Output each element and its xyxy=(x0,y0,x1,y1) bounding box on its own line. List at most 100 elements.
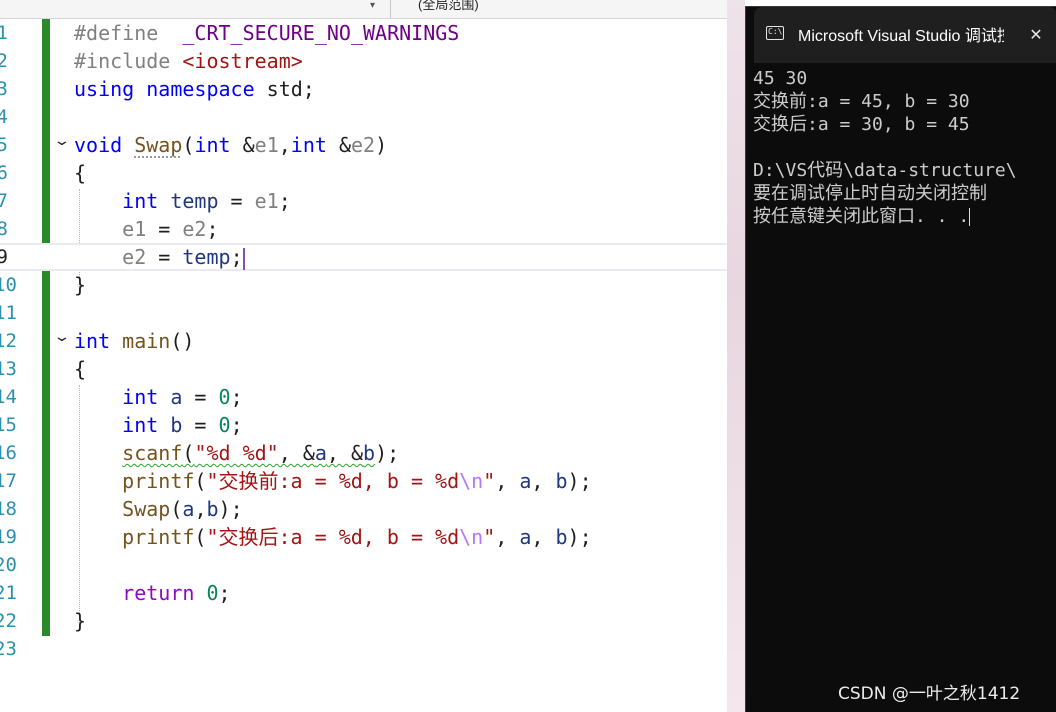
code-line[interactable]: 21 return 0; xyxy=(0,579,745,607)
code-token: ( xyxy=(182,133,195,157)
code-line[interactable]: 23 xyxy=(0,635,745,663)
code-token: std; xyxy=(254,77,315,101)
code-editor[interactable]: ⌄ ⌄ 1 #define _CRT_SECURE_NO_WARNINGS 2 #in… xyxy=(0,19,745,712)
toolbar-divider xyxy=(390,0,391,18)
code-token: temp xyxy=(170,189,219,213)
code-line[interactable]: 9 e2 = temp; xyxy=(0,243,745,271)
code-token: () xyxy=(170,329,195,353)
code-text[interactable]: printf("交换前:a = %d, b = %d\n", a, b); xyxy=(74,467,591,495)
code-text[interactable]: int main() xyxy=(74,327,194,355)
line-number: 21 xyxy=(0,582,17,604)
watermark: CSDN @一叶之秋1412 xyxy=(838,684,1021,704)
code-token: = xyxy=(146,245,183,269)
code-token: , xyxy=(278,133,291,157)
console-line: 交换前:a = 45, b = 30 xyxy=(753,90,1053,113)
code-token: 0 xyxy=(218,413,231,437)
code-line[interactable]: 13 { xyxy=(0,355,745,383)
debug-console-window[interactable]: C:\ Microsoft Visual Studio 调试控制台 ✕ 45 3… xyxy=(745,6,1056,712)
code-text[interactable]: printf("交换后:a = %d, b = %d\n", a, b); xyxy=(74,523,592,551)
line-number: 13 xyxy=(0,358,17,380)
code-token: = xyxy=(146,217,183,241)
code-token: & xyxy=(326,133,352,157)
code-text[interactable]: } xyxy=(74,607,86,635)
code-text[interactable]: #include <iostream> xyxy=(74,47,303,75)
code-text[interactable]: e2 = temp; xyxy=(74,245,245,270)
code-text[interactable]: { xyxy=(74,159,86,187)
code-line[interactable]: 14 int a = 0; xyxy=(0,383,745,411)
code-token: } xyxy=(74,273,87,297)
code-text[interactable]: } xyxy=(74,271,86,299)
console-title: Microsoft Visual Studio 调试控制台 xyxy=(798,28,1004,45)
code-line[interactable]: 3 using namespace std; xyxy=(0,75,745,103)
code-token: , & xyxy=(326,441,364,465)
line-number: 11 xyxy=(0,302,17,324)
code-line[interactable]: 1 #define _CRT_SECURE_NO_WARNINGS xyxy=(0,19,745,47)
code-token: ); xyxy=(218,497,243,521)
code-line[interactable]: 5 void Swap(int &e1,int &e2) xyxy=(0,131,745,159)
code-token: & xyxy=(230,133,255,157)
code-text[interactable]: using namespace std; xyxy=(74,75,315,103)
console-line: 45 30 xyxy=(753,67,1053,90)
console-output[interactable]: 45 30 交换前:a = 45, b = 30 交换后:a = 30, b = 4… xyxy=(753,67,1053,228)
code-token: ( xyxy=(194,525,207,549)
code-token: "交换后:a = %d, b = %d xyxy=(206,525,460,549)
code-token: e1 xyxy=(122,217,147,241)
code-token: { xyxy=(74,161,87,185)
code-text[interactable]: scanf("%d %d", &a, &b); xyxy=(74,439,399,467)
code-line[interactable]: 7 int temp = e1; xyxy=(0,187,745,215)
code-line[interactable]: 2 #include <iostream> xyxy=(0,47,745,75)
code-text[interactable]: void Swap(int &e1,int &e2) xyxy=(74,131,387,159)
console-cursor xyxy=(969,208,971,226)
chevron-down-icon[interactable]: ▾ xyxy=(370,0,380,18)
line-number: 19 xyxy=(0,526,17,548)
console-tab[interactable]: C:\ Microsoft Visual Studio 调试控制台 ✕ xyxy=(754,7,1056,63)
code-token: return xyxy=(122,581,195,605)
code-token: , xyxy=(531,469,556,493)
code-token: using xyxy=(74,77,135,101)
code-line[interactable]: 22} xyxy=(0,607,745,635)
scope-dropdown[interactable]: (全局范围) xyxy=(418,0,479,14)
code-text[interactable]: int b = 0; xyxy=(74,411,243,439)
code-line[interactable]: 20 xyxy=(0,551,745,579)
code-token: a xyxy=(170,385,183,409)
code-token: ; xyxy=(230,413,243,437)
code-text[interactable]: #define _CRT_SECURE_NO_WARNINGS xyxy=(74,19,459,47)
code-text[interactable]: int a = 0; xyxy=(74,383,242,411)
code-token: namespace xyxy=(146,77,255,101)
code-token: b xyxy=(555,525,568,549)
close-icon[interactable]: ✕ xyxy=(1024,23,1048,47)
code-token: e2 xyxy=(122,245,147,269)
line-number: 18 xyxy=(0,498,17,520)
code-text[interactable]: e1 = e2; xyxy=(74,215,218,243)
code-line[interactable]: 12 int main() xyxy=(0,327,745,355)
code-text[interactable]: { xyxy=(74,355,86,383)
code-line[interactable]: 16 scanf("%d %d", &a, &b); xyxy=(0,439,745,467)
code-text[interactable]: return 0; xyxy=(74,579,230,607)
code-line[interactable]: 19 printf("交换后:a = %d, b = %d\n", a, b); xyxy=(0,523,745,551)
code-line[interactable]: 6{ xyxy=(0,159,745,187)
code-token: a xyxy=(182,497,195,521)
code-line[interactable]: 8 e1 = e2; xyxy=(0,215,745,243)
code-token: = xyxy=(218,189,255,213)
console-text: 交换后:a = 30, b = 45 xyxy=(753,114,970,135)
code-line[interactable]: 10} xyxy=(0,271,745,299)
code-line[interactable]: 11 xyxy=(0,299,745,327)
code-token: ); xyxy=(567,525,592,549)
code-token: \n xyxy=(459,525,484,549)
code-line[interactable]: 18 Swap(a,b); xyxy=(0,495,745,523)
code-line[interactable]: 15 int b = 0; xyxy=(0,411,745,439)
console-line: D:\VS代码\data-structure\ xyxy=(753,159,1053,182)
code-token: a xyxy=(519,525,532,549)
code-text[interactable]: int temp = e1; xyxy=(74,187,291,215)
code-text[interactable]: Swap(a,b); xyxy=(74,495,243,523)
code-token: " xyxy=(483,525,496,549)
code-line[interactable]: 4 xyxy=(0,103,745,131)
code-line[interactable]: 17 printf("交换前:a = %d, b = %d\n", a, b); xyxy=(0,467,745,495)
